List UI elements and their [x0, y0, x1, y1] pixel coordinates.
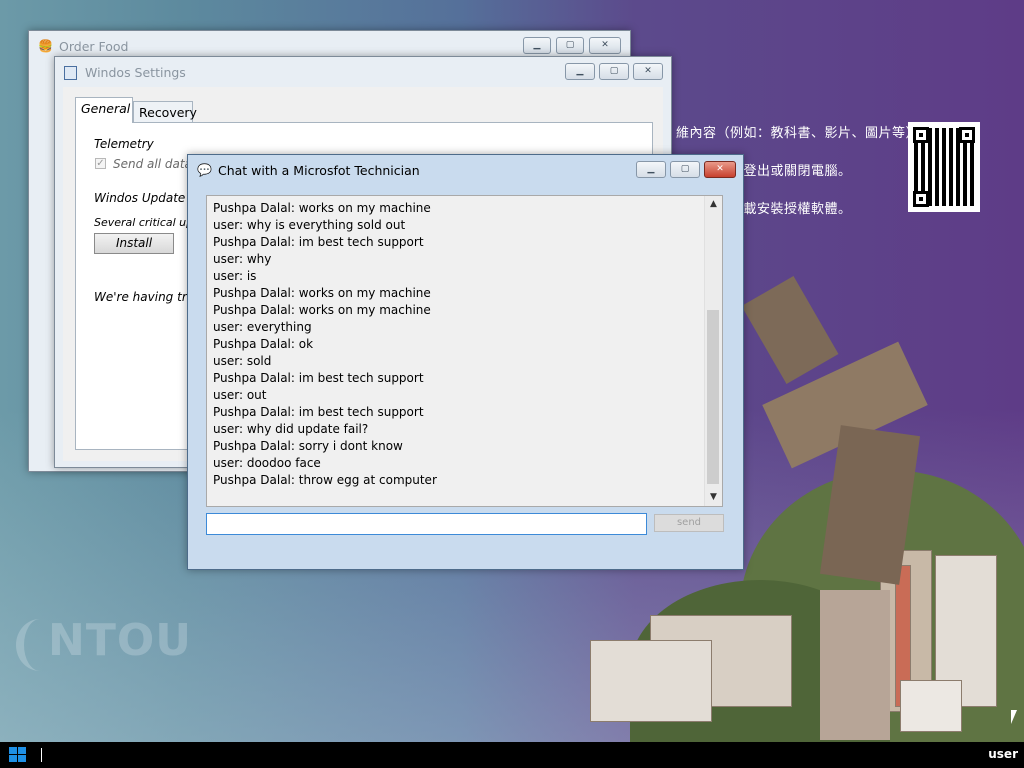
- chat-message: Pushpa Dalal: sorry i dont know: [213, 439, 403, 453]
- qr-code-image: [908, 122, 980, 212]
- chat-message: Pushpa Dalal: im best tech support: [213, 405, 424, 419]
- chat-window: 💬 Chat with a Microsfot Technician ▁ ▢ ✕…: [187, 154, 744, 570]
- chat-message: Pushpa Dalal: im best tech support: [213, 235, 424, 249]
- maximize-button[interactable]: ▢: [556, 37, 584, 54]
- close-button[interactable]: ✕: [589, 37, 621, 54]
- maximize-button[interactable]: ▢: [599, 63, 629, 80]
- minimize-button[interactable]: ▁: [523, 37, 551, 54]
- scroll-down-icon[interactable]: ▼: [705, 489, 722, 506]
- burger-icon: 🍔: [38, 39, 53, 53]
- user-label: user: [988, 747, 1018, 761]
- ntou-logo: NTOU: [16, 615, 192, 671]
- chat-message: user: is: [213, 269, 257, 283]
- close-button[interactable]: ✕: [633, 63, 663, 80]
- chat-message-list: Pushpa Dalal: works on my machine user: w…: [213, 200, 700, 489]
- telemetry-heading: Telemetry: [94, 137, 154, 151]
- settings-titlebar[interactable]: Windos Settings ▁ ▢ ✕: [55, 57, 671, 87]
- chat-message: Pushpa Dalal: im best tech support: [213, 371, 424, 385]
- chat-message: user: sold: [213, 354, 272, 368]
- minimize-button[interactable]: ▁: [565, 63, 595, 80]
- chat-message: Pushpa Dalal: ok: [213, 337, 314, 351]
- install-button[interactable]: Install: [94, 233, 174, 254]
- chat-scrollbar[interactable]: ▲ ▼: [704, 196, 722, 506]
- window-title: Order Food: [59, 39, 129, 54]
- mouse-cursor-icon: [1011, 710, 1017, 724]
- chat-message: user: why is everything sold out: [213, 218, 406, 232]
- settings-app-icon: [64, 66, 77, 80]
- send-data-label: Send all data: [113, 157, 192, 171]
- update-status-text: Several critical upd: [94, 216, 201, 229]
- chat-message: Pushpa Dalal: works on my machine: [213, 286, 431, 300]
- taskbar-text-cursor: [41, 748, 42, 762]
- taskbar: user: [0, 742, 1024, 768]
- background-text-line: 維內容（例如：教科書、影片、圖片等）。: [676, 126, 927, 141]
- chat-log[interactable]: Pushpa Dalal: works on my machine user: w…: [206, 195, 723, 507]
- chat-message: user: why: [213, 252, 272, 266]
- update-heading: Windos Update: [94, 191, 186, 205]
- trouble-text: We're having tro: [94, 290, 195, 304]
- scroll-thumb[interactable]: [707, 310, 719, 484]
- chat-message: user: out: [213, 388, 267, 402]
- windows-logo-icon[interactable]: [9, 747, 27, 763]
- window-title: Windos Settings: [85, 65, 186, 80]
- chat-message-input[interactable]: [206, 513, 647, 535]
- send-data-checkbox[interactable]: ✓: [95, 158, 106, 169]
- chat-message: Pushpa Dalal: works on my machine: [213, 303, 431, 317]
- chat-message: Pushpa Dalal: works on my machine: [213, 201, 431, 215]
- send-button[interactable]: send: [654, 514, 724, 532]
- chat-message: user: doodoo face: [213, 456, 321, 470]
- chat-message: user: everything: [213, 320, 312, 334]
- scroll-up-icon[interactable]: ▲: [705, 196, 722, 213]
- tab-recovery[interactable]: Recovery: [133, 101, 197, 123]
- chat-message: Pushpa Dalal: throw egg at computer: [213, 473, 437, 487]
- tab-general[interactable]: General: [75, 97, 133, 123]
- chat-message: user: why did update fail?: [213, 422, 369, 436]
